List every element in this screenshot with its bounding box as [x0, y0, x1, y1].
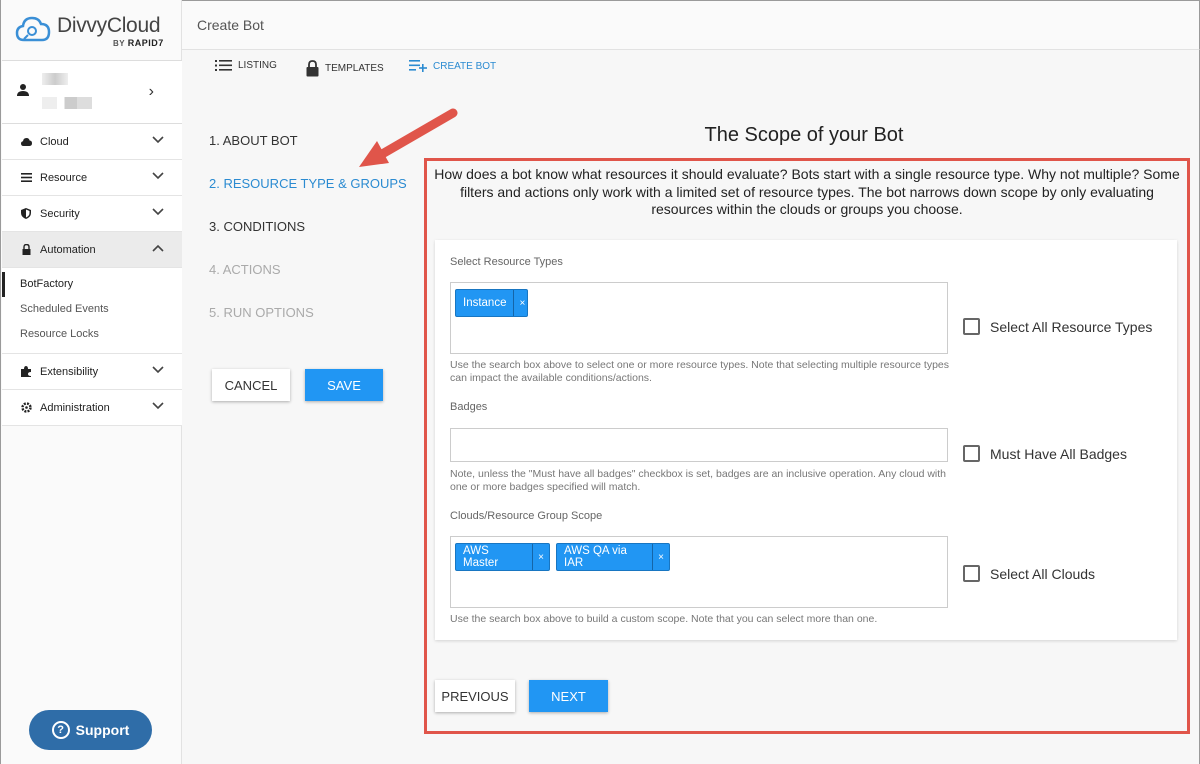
- sidebar-nav: Cloud Resource Security Automation BotFa…: [2, 124, 182, 426]
- support-button[interactable]: ? Support: [29, 710, 152, 750]
- sidebar-subitem-scheduled-events[interactable]: Scheduled Events: [2, 297, 182, 322]
- next-button[interactable]: NEXT: [529, 680, 608, 712]
- tab-bar: LISTING TEMPLATES CREATE BOT: [182, 50, 1200, 90]
- scope-card: Select Resource Types Instance × Use the…: [435, 240, 1177, 640]
- list-icon: [20, 173, 32, 182]
- sidebar-item-extensibility[interactable]: Extensibility: [2, 354, 182, 390]
- annotation-arrow: [359, 108, 458, 167]
- tab-templates[interactable]: TEMPLATES: [306, 60, 384, 77]
- cloud-icon: [20, 137, 32, 146]
- clouds-scope-help: Use the search box above to build a cust…: [450, 613, 878, 625]
- page-header: Create Bot: [182, 0, 1200, 50]
- sidebar-item-cloud[interactable]: Cloud: [2, 124, 182, 160]
- gear-icon: [20, 402, 32, 413]
- clouds-scope-label: Clouds/Resource Group Scope: [450, 510, 603, 522]
- sidebar-subitem-botfactory[interactable]: BotFactory: [2, 272, 182, 297]
- tab-listing[interactable]: LISTING: [215, 60, 277, 71]
- chip-remove-icon[interactable]: ×: [532, 544, 549, 570]
- step-about-bot[interactable]: 1. ABOUT BOT: [209, 133, 298, 148]
- help-icon: ?: [51, 721, 70, 739]
- user-org-redacted: [42, 97, 92, 109]
- tab-create-bot[interactable]: CREATE BOT: [409, 60, 496, 72]
- previous-button[interactable]: PREVIOUS: [435, 680, 515, 712]
- chip-label: AWS Master: [463, 545, 499, 569]
- scope-intro: How does a bot know what resources it sh…: [434, 166, 1180, 217]
- resource-types-input[interactable]: Instance ×: [450, 282, 948, 354]
- user-name-redacted: [42, 73, 68, 85]
- select-all-resource-types-checkbox[interactable]: [963, 318, 980, 335]
- tab-label: TEMPLATES: [325, 63, 384, 74]
- scope-title: The Scope of your Bot: [704, 124, 904, 146]
- sidebar-subitem-resource-locks[interactable]: Resource Locks: [2, 322, 182, 347]
- chevron-down-icon: [152, 366, 164, 374]
- chevron-down-icon: [152, 208, 164, 216]
- chevron-down-icon: [152, 402, 164, 410]
- chip-remove-icon[interactable]: ×: [652, 544, 669, 570]
- sidebar-item-label: Cloud: [40, 135, 69, 148]
- automation-subnav: BotFactory Scheduled Events Resource Loc…: [2, 268, 182, 354]
- sidebar-item-resource[interactable]: Resource: [2, 160, 182, 196]
- chevron-down-icon: [152, 136, 164, 144]
- chevron-right-icon: ›: [148, 83, 154, 100]
- resource-types-label: Select Resource Types: [450, 256, 563, 268]
- checkbox-label: Must Have All Badges: [990, 445, 1127, 462]
- cloud-chip[interactable]: AWS Master ×: [455, 543, 550, 571]
- sidebar-item-label: Administration: [40, 401, 110, 414]
- chevron-up-icon: [152, 244, 164, 252]
- chip-remove-icon[interactable]: ×: [513, 290, 530, 316]
- person-icon: [17, 84, 29, 96]
- cancel-button[interactable]: CANCEL: [212, 369, 290, 401]
- cloud-chip[interactable]: AWS QA via IAR ×: [556, 543, 670, 571]
- checkbox-label: Select All Resource Types: [990, 318, 1153, 335]
- sidebar-item-label: Extensibility: [40, 365, 99, 378]
- page-title: Create Bot: [197, 17, 264, 33]
- cloud-logo-icon: [15, 16, 51, 42]
- resource-types-help: Use the search box above to select one o…: [450, 359, 950, 384]
- clouds-scope-input[interactable]: AWS Master × AWS QA via IAR ×: [450, 536, 948, 608]
- step-run-options[interactable]: 5. RUN OPTIONS: [209, 305, 314, 320]
- sidebar-item-label: Security: [40, 207, 80, 220]
- chip-label: AWS QA via IAR: [564, 545, 627, 569]
- must-have-all-badges-checkbox[interactable]: [963, 445, 980, 462]
- support-label: Support: [75, 722, 130, 738]
- sidebar-item-label: Automation: [40, 243, 96, 256]
- puzzle-icon: [20, 366, 32, 377]
- save-button[interactable]: SAVE: [305, 369, 383, 401]
- badges-help: Note, unless the "Must have all badges" …: [450, 468, 946, 493]
- step-actions[interactable]: 4. ACTIONS: [209, 262, 281, 277]
- sidebar-item-automation[interactable]: Automation: [2, 232, 182, 268]
- brand-name: DivvyCloud: [57, 14, 161, 37]
- sidebar: DivvyCloud BY RAPID7 › Cloud Resource Se…: [0, 0, 182, 764]
- tab-label: LISTING: [238, 60, 277, 71]
- tab-label: CREATE BOT: [433, 60, 497, 72]
- sidebar-item-label: Resource: [40, 171, 88, 184]
- brand-logo[interactable]: DivvyCloud BY RAPID7: [15, 12, 175, 52]
- step-resource-type-groups[interactable]: 2. RESOURCE TYPE & GROUPS: [209, 176, 407, 191]
- checkbox-label: Select All Clouds: [990, 565, 1096, 582]
- resource-type-chip[interactable]: Instance ×: [455, 289, 528, 317]
- chip-label: Instance: [463, 297, 507, 309]
- select-all-resource-types[interactable]: Select All Resource Types: [963, 318, 1152, 335]
- list-icon: [215, 60, 232, 71]
- sidebar-item-security[interactable]: Security: [2, 196, 182, 232]
- must-have-all-badges[interactable]: Must Have All Badges: [963, 445, 1127, 462]
- badges-input[interactable]: [450, 428, 948, 462]
- chevron-down-icon: [152, 172, 164, 180]
- shield-icon: [20, 208, 32, 219]
- playlist-add-icon: [409, 60, 427, 72]
- step-conditions[interactable]: 3. CONDITIONS: [209, 219, 305, 234]
- user-menu[interactable]: ›: [2, 60, 182, 124]
- select-all-clouds[interactable]: Select All Clouds: [963, 565, 1095, 582]
- lock-icon: [20, 244, 32, 255]
- select-all-clouds-checkbox[interactable]: [963, 565, 980, 582]
- badges-label: Badges: [450, 401, 488, 413]
- brand-byline: BY RAPID7: [113, 38, 164, 48]
- main-content: 1. ABOUT BOT 2. RESOURCE TYPE & GROUPS 3…: [182, 90, 1200, 764]
- lock-icon: [306, 60, 319, 77]
- sidebar-item-administration[interactable]: Administration: [2, 390, 182, 426]
